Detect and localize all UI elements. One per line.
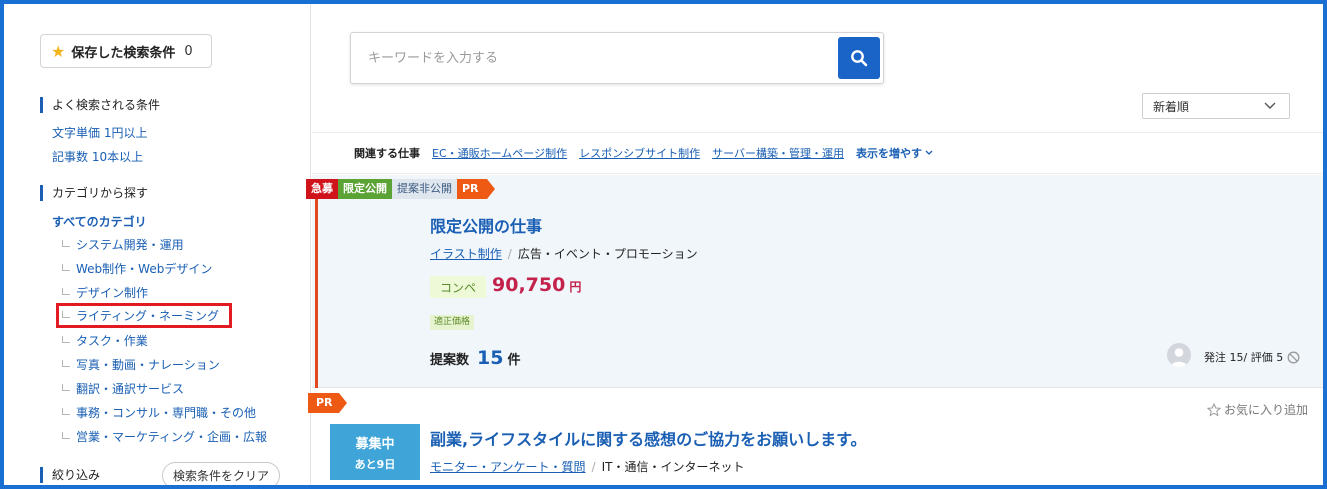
popular-link-article-count[interactable]: 記事数 10本以上	[52, 149, 143, 165]
job-tags: 急募 限定公開 提案非公開 PR	[306, 179, 495, 199]
category-item-office[interactable]: 事務・コンサル・専門職・その他	[62, 405, 256, 421]
search-button[interactable]	[838, 37, 880, 79]
category-item-photo[interactable]: 写真・動画・ナレーション	[62, 357, 220, 373]
job-price: 90,750 円	[492, 274, 582, 296]
tree-elbow	[62, 384, 70, 391]
category-item-sales[interactable]: 営業・マーケティング・企画・広報	[62, 429, 267, 445]
search-box	[350, 32, 884, 84]
chevron-down-icon	[925, 150, 933, 155]
job-category-parent: IT・通信・インターネット	[601, 460, 745, 474]
job-category: イラスト制作 / 広告・イベント・プロモーション	[430, 245, 698, 262]
job-title[interactable]: 限定公開の仕事	[430, 213, 542, 237]
tree-elbow	[62, 408, 70, 415]
job-title[interactable]: 副業,ライフスタイルに関する感想のご協力をお願いします。	[430, 426, 866, 450]
favorite-button[interactable]: お気に入り追加	[1206, 401, 1308, 418]
search-icon	[851, 50, 868, 67]
tag-limited: 限定公開	[338, 179, 392, 199]
category-item-web[interactable]: Web制作・Webデザイン	[62, 261, 212, 277]
related-link-ec[interactable]: EC・通販ホームページ制作	[432, 145, 567, 161]
popular-link-unit-price[interactable]: 文字単価 1円以上	[52, 125, 147, 141]
tree-elbow	[62, 264, 70, 271]
category-item-system[interactable]: システム開発・運用	[62, 237, 184, 253]
sort-selected-label: 新着順	[1153, 99, 1190, 114]
show-more-button[interactable]: 表示を増やす	[856, 145, 934, 161]
saved-search-label: 保存した検索条件	[71, 45, 176, 61]
tag-urgent: 急募	[306, 179, 338, 199]
job-type-badge: コンペ	[430, 276, 486, 298]
job-card[interactable]: PR お気に入り追加 募集中 あと9日 副業,ライフスタイルに関する感想のご協力…	[308, 389, 1323, 485]
block-icon[interactable]	[1287, 351, 1300, 364]
avatar[interactable]	[1167, 343, 1191, 367]
related-link-server[interactable]: サーバー構築・管理・運用	[712, 145, 844, 161]
tree-elbow	[62, 360, 70, 367]
saved-search-button[interactable]: ★ 保存した検索条件 0	[40, 34, 212, 68]
main-content: 新着順 関連する仕事 EC・通販ホームページ制作 レスポンシブサイト制作 サーバ…	[306, 4, 1323, 485]
sidebar: ★ 保存した検索条件 0 よく検索される条件 文字単価 1円以上 記事数 10本…	[4, 4, 311, 485]
tree-elbow	[62, 336, 70, 343]
category-heading: カテゴリから探す	[40, 185, 148, 201]
window-frame: ★ 保存した検索条件 0 よく検索される条件 文字単価 1円以上 記事数 10本…	[0, 0, 1327, 489]
category-item-task[interactable]: タスク・作業	[62, 333, 148, 349]
urgent-marker	[315, 183, 318, 388]
saved-search-count: 0	[184, 43, 193, 59]
filter-heading: 絞り込み	[40, 467, 100, 483]
clear-filters-button[interactable]: 検索条件をクリア	[162, 462, 280, 485]
popular-heading: よく検索される条件	[40, 97, 160, 113]
chevron-down-icon	[1264, 102, 1276, 109]
user-icon	[1170, 348, 1188, 367]
related-jobs-bar: 関連する仕事 EC・通販ホームページ制作 レスポンシブサイト制作 サーバー構築・…	[312, 132, 1323, 174]
job-card[interactable]: 急募 限定公開 提案非公開 PR 限定公開の仕事 イラスト制作 / 広告・イベント・…	[306, 175, 1323, 388]
tree-elbow	[62, 311, 70, 318]
related-label: 関連する仕事	[354, 147, 420, 160]
category-item-translation[interactable]: 翻訳・通訳サービス	[62, 381, 184, 397]
fair-price-badge: 適正価格	[430, 315, 475, 330]
sort-select[interactable]: 新着順	[1142, 93, 1290, 119]
category-item-writing[interactable]: ライティング・ネーミング	[55, 303, 233, 328]
tree-elbow	[62, 432, 70, 439]
search-input[interactable]	[352, 34, 832, 82]
star-outline-icon	[1206, 402, 1221, 417]
related-link-responsive[interactable]: レスポンシブサイト制作	[579, 145, 700, 161]
tag-pr: PR	[457, 179, 494, 199]
proposal-count: 提案数 15 件	[430, 347, 521, 369]
crumb-separator: /	[591, 460, 596, 474]
tree-elbow	[62, 240, 70, 247]
tag-pr: PR	[308, 393, 346, 413]
star-icon: ★	[51, 41, 66, 61]
client-stats: 発注 15/ 評価 5	[1204, 349, 1300, 365]
crumb-separator: /	[507, 247, 512, 261]
recruiting-status-badge: 募集中 あと9日	[330, 424, 420, 480]
job-category-parent: 広告・イベント・プロモーション	[517, 247, 698, 261]
job-category-link[interactable]: モニター・アンケート・質問	[430, 460, 586, 474]
category-item-design[interactable]: デザイン制作	[62, 285, 148, 301]
category-all[interactable]: すべてのカテゴリ	[52, 213, 147, 230]
job-category-link[interactable]: イラスト制作	[430, 247, 502, 261]
tree-elbow	[62, 288, 70, 295]
job-category: モニター・アンケート・質問 / IT・通信・インターネット	[430, 458, 744, 475]
tag-proposals-hidden: 提案非公開	[392, 179, 457, 199]
